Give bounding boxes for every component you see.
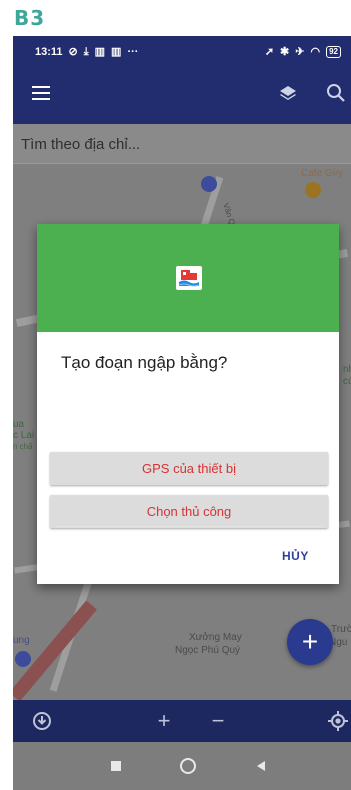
phone-screen: 13:11 ⊘ ⤓ ▥ ▥ ··· ➚ ✱ ✈ ◠ 92 Tìm theo đị… [13, 36, 351, 790]
alarm-off-icon: ⊘ [68, 45, 78, 58]
add-fab-button[interactable]: + [287, 619, 333, 665]
place-pin-icon[interactable] [201, 176, 217, 192]
map-label: c Lai [13, 430, 35, 441]
map-label: ung [13, 635, 30, 646]
location-arrow-icon: ➚ [264, 45, 275, 58]
map-label: n chấ [13, 442, 33, 451]
map-label: Xưởng May [189, 632, 242, 643]
step-label: B3 [14, 6, 46, 30]
map-label: nh [343, 364, 351, 375]
download-map-icon[interactable] [29, 708, 55, 734]
create-flood-segment-dialog: Tạo đoạn ngập bằng? GPS của thiết bị Chọ… [37, 224, 339, 584]
dialog-header [37, 224, 339, 332]
manual-select-button[interactable]: Chọn thủ công [50, 495, 328, 528]
map-label: ua [13, 419, 25, 430]
place-pin-icon[interactable] [15, 651, 31, 667]
map-toolbar: + − [13, 700, 351, 742]
system-nav-bar [13, 742, 351, 790]
recents-icon[interactable] [111, 761, 121, 771]
map-label: cú [343, 376, 351, 387]
cancel-button[interactable]: HỦY [282, 549, 309, 563]
zoom-in-button[interactable]: + [151, 708, 177, 734]
search-icon[interactable] [325, 82, 347, 104]
map-label: Ngọc Phú Quý [175, 645, 241, 656]
airplane-icon: ✈ [295, 45, 305, 58]
menu-icon[interactable] [32, 86, 50, 100]
status-left: 13:11 ⊘ ⤓ ▥ ▥ ··· [35, 46, 138, 58]
cafe-pin-icon[interactable] [305, 182, 321, 198]
screen: B3 13:11 ⊘ ⤓ ▥ ▥ ··· ➚ ✱ ✈ ◠ 92 Tìm theo… [0, 0, 351, 790]
dialog-title: Tạo đoạn ngập bằng? [61, 353, 228, 372]
wifi-icon: ◠ [310, 45, 321, 58]
home-icon[interactable] [180, 758, 196, 774]
more-icon: ··· [127, 45, 139, 58]
status-right: ➚ ✱ ✈ ◠ 92 [265, 46, 341, 58]
gps-device-button[interactable]: GPS của thiết bị [50, 452, 328, 485]
trash-icon: ▥ [94, 45, 106, 58]
my-location-icon[interactable] [325, 708, 351, 734]
download-icon: ⤓ [83, 45, 89, 58]
status-time: 13:11 [35, 46, 63, 58]
map-label: Cafe Giry [301, 168, 344, 179]
address-search-bar [13, 124, 351, 164]
back-icon[interactable] [255, 760, 267, 772]
app-logo-icon [176, 266, 202, 290]
status-bar: 13:11 ⊘ ⤓ ▥ ▥ ··· ➚ ✱ ✈ ◠ 92 [13, 36, 351, 68]
bluetooth-icon: ✱ [280, 45, 290, 58]
app-bar [13, 68, 351, 124]
dialog-divider [55, 526, 323, 527]
battery-icon: 92 [326, 46, 341, 58]
layers-icon[interactable] [277, 83, 299, 105]
trash-icon: ▥ [111, 45, 122, 58]
zoom-out-button[interactable]: − [205, 708, 231, 734]
address-search-input[interactable] [21, 132, 341, 156]
map-label: Trườ [331, 624, 351, 635]
